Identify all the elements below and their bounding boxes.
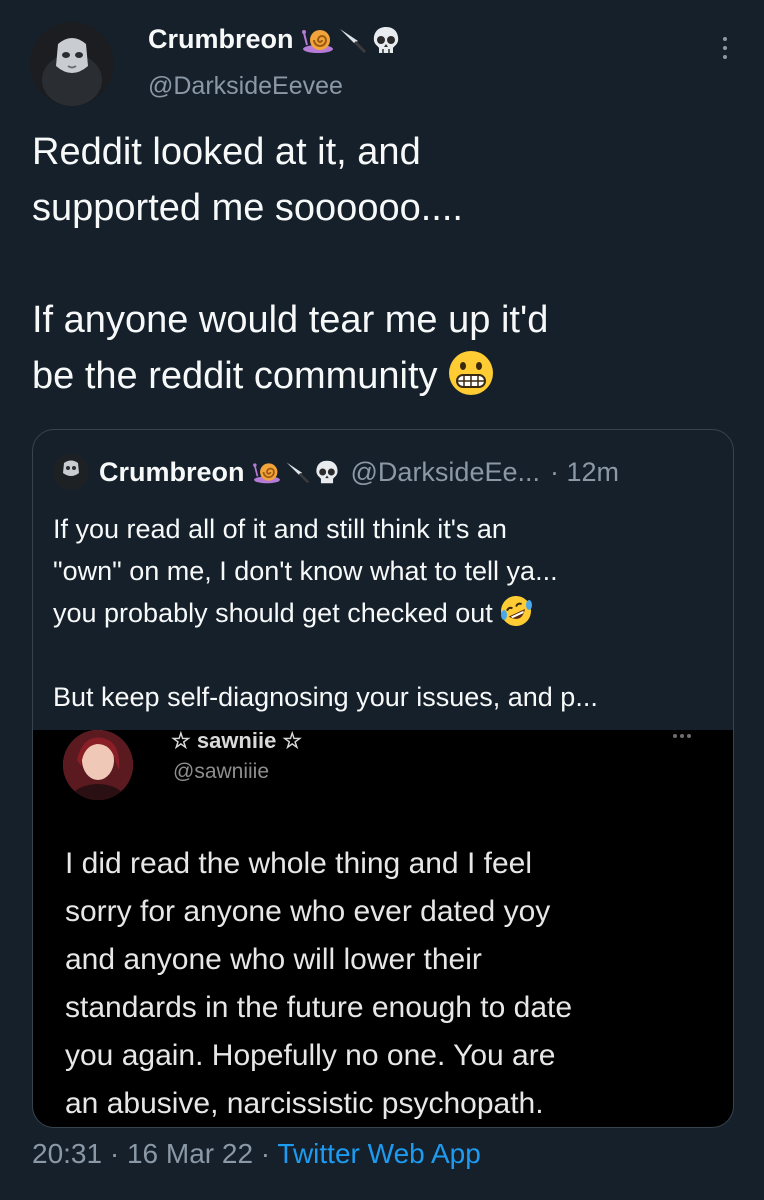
snail-emoji-icon [301,29,333,53]
screenshot-text-line: sorry for anyone who ever dated yoy [65,895,551,928]
masked-figure-avatar-image [53,454,89,490]
screenshot-text-line: I did read the whole thing and I feel [65,847,532,880]
tweet-metadata: 20:31 · 16 Mar 22 · Twitter Web App [32,1138,481,1170]
more-options-icon[interactable] [712,30,738,66]
author-handle[interactable]: @DarksideEevee [148,72,343,101]
snail-emoji-icon [252,463,280,484]
knife-emoji-icon [339,28,366,53]
tweet-text-line: supported me soooooo.... [32,187,463,229]
tweet-text: Reddit looked at it, and supported me so… [32,124,732,404]
rolling-on-floor-laughing-emoji-icon [501,596,533,626]
quoted-tweet-text: If you read all of it and still think it… [53,508,723,718]
screenshot-text-line: standards in the future enough to date [65,991,573,1024]
quoted-text-line: If you read all of it and still think it… [53,514,507,544]
person-avatar-image [63,730,133,800]
tweet-text-line: Reddit looked at it, and [32,131,421,173]
screenshot-text: I did read the whole thing and I feel so… [65,840,705,1127]
skull-emoji-icon [315,460,338,484]
quoted-text-line: But keep self-diagnosing your issues, an… [53,682,598,712]
tweet-text-line: be the reddit community [32,355,438,397]
screenshot-more-icon [673,734,691,738]
masked-figure-avatar-image [30,22,114,106]
tweet-text-line: If anyone would tear me up it'd [32,299,549,341]
tweet-timestamp[interactable]: 20:31 · 16 Mar 22 · [32,1138,277,1169]
quoted-text-line: "own" on me, I don't know what to tell y… [53,556,558,586]
author-emoji-group [301,25,402,55]
quoted-screenshot-image[interactable]: ☆ sawniie ☆ @sawniiie I did read the who… [33,728,733,1127]
quoted-author-name: Crumbreon [99,456,245,487]
knife-emoji-icon [286,462,309,484]
screenshot-text-line: and anyone who will lower their [65,943,482,976]
skull-emoji-icon [373,26,398,53]
screenshot-text-line: you again. Hopefully no one. You are [65,1039,556,1072]
tweet-text-line-with-emoji: be the reddit community [32,348,732,404]
grimacing-face-emoji-icon [449,351,494,395]
tweet-source-link[interactable]: Twitter Web App [277,1138,480,1169]
screenshot-text-line: an abusive, narcissistic psychopath. [65,1087,544,1120]
quoted-timestamp: · 12m [550,456,620,487]
quoted-text-line-with-emoji: you probably should get checked out [53,592,723,634]
quoted-tweet[interactable]: Crumbreon @DarksideEe... · 12m If you re… [32,429,734,1128]
quoted-avatar [53,454,89,490]
author-name[interactable]: Crumbreon [148,24,294,55]
quoted-author-handle: @DarksideEe... [350,456,540,487]
quoted-emoji-group [252,459,341,485]
avatar[interactable] [30,22,114,106]
quoted-tweet-header: Crumbreon @DarksideEe... · 12m [53,450,619,494]
screenshot-author-handle: @sawniiie [173,760,270,783]
screenshot-avatar [63,730,133,800]
screenshot-author-name: ☆ sawniie ☆ [171,728,303,753]
quoted-text-line: you probably should get checked out [53,598,493,628]
author-name-row[interactable]: Crumbreon [148,24,402,55]
